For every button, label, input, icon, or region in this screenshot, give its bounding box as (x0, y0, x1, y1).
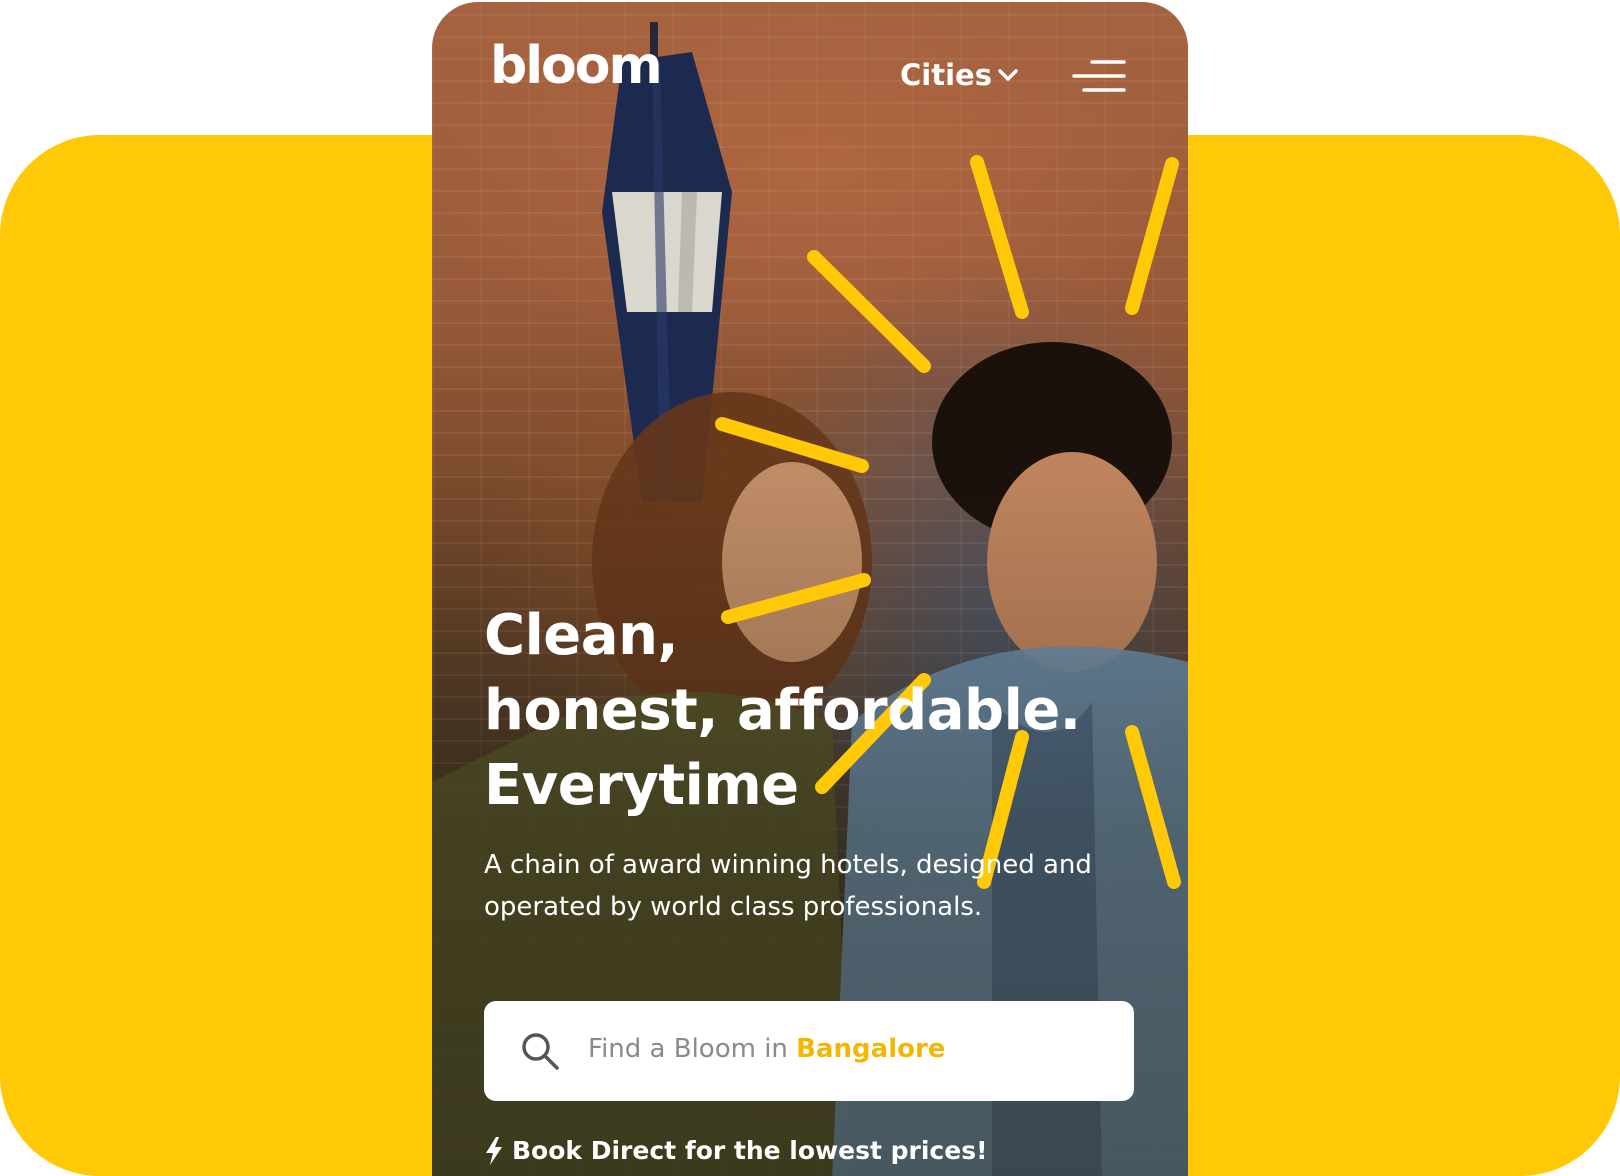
search-placeholder: Find a Bloom in Bangalore (588, 1034, 945, 1064)
promo-text: Book Direct for the lowest prices! (512, 1136, 988, 1165)
sunburst-decoration-lines (715, 155, 1181, 889)
hero-headline: Clean, honest, affordable. Everytime (484, 598, 1081, 823)
hotel-search-input[interactable]: Find a Bloom in Bangalore (484, 1001, 1134, 1101)
hamburger-menu-button[interactable] (1072, 58, 1126, 98)
search-city-name[interactable]: Bangalore (796, 1034, 945, 1064)
lightning-bolt-icon (486, 1136, 502, 1165)
headline-line-2: honest, affordable. (484, 678, 1081, 743)
cities-label: Cities (900, 58, 992, 92)
search-icon (522, 1033, 559, 1070)
hero-subtext: A chain of award winning hotels, designe… (484, 850, 1092, 922)
headline-line-3: Everytime (484, 753, 799, 818)
mobile-hero-screen: bloom Cities Clean, honest, affordable. … (432, 2, 1188, 1176)
book-direct-promo[interactable]: Book Direct for the lowest prices! (484, 1136, 988, 1165)
search-placeholder-prefix: Find a Bloom in (588, 1034, 797, 1064)
stage: bloom Cities Clean, honest, affordable. … (0, 0, 1620, 1176)
cities-dropdown-button[interactable]: Cities (900, 58, 1018, 92)
headline-line-1: Clean, (484, 603, 679, 668)
bloom-logo[interactable]: bloom (490, 40, 663, 92)
chevron-down-icon (998, 69, 1018, 81)
hamburger-menu-icon (1072, 60, 1126, 92)
